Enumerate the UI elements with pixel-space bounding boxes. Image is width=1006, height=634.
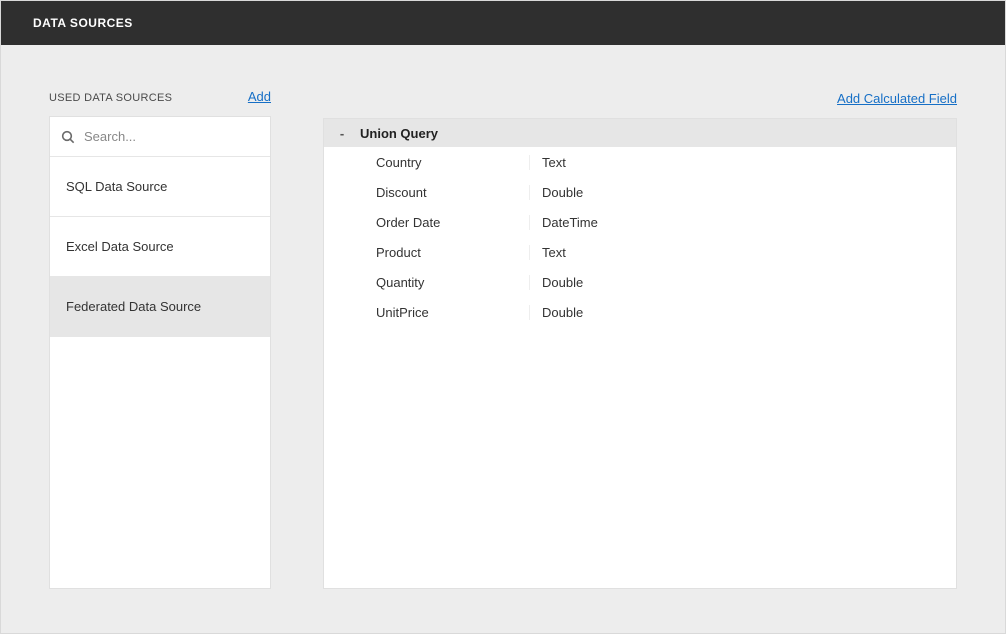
field-type: Double	[529, 185, 738, 200]
field-row[interactable]: ProductText	[324, 237, 956, 267]
search-row	[50, 117, 270, 157]
field-type: Double	[529, 275, 738, 290]
search-input[interactable]	[84, 129, 260, 144]
sidebar: USED DATA SOURCES Add SQL Data Source Exc…	[49, 89, 271, 589]
group-header[interactable]: - Union Query	[324, 119, 956, 147]
field-name: UnitPrice	[324, 305, 529, 320]
content-area: USED DATA SOURCES Add SQL Data Source Exc…	[1, 45, 1005, 633]
sidebar-header: USED DATA SOURCES Add	[49, 89, 271, 104]
field-name: Discount	[324, 185, 529, 200]
page-title: DATA SOURCES	[33, 16, 133, 30]
main-header: Add Calculated Field	[323, 89, 957, 106]
data-source-list: SQL Data Source Excel Data Source Federate…	[49, 116, 271, 589]
data-source-item[interactable]: SQL Data Source	[50, 157, 270, 217]
topbar: DATA SOURCES	[1, 1, 1005, 45]
field-type: Double	[529, 305, 738, 320]
field-row[interactable]: QuantityDouble	[324, 267, 956, 297]
field-row[interactable]: Order DateDateTime	[324, 207, 956, 237]
field-panel: - Union Query CountryTextDiscountDoubleO…	[323, 118, 957, 589]
field-type: DateTime	[529, 215, 738, 230]
add-calculated-field-link[interactable]: Add Calculated Field	[837, 91, 957, 106]
field-name: Country	[324, 155, 529, 170]
field-row[interactable]: UnitPriceDouble	[324, 297, 956, 327]
field-name: Quantity	[324, 275, 529, 290]
field-name: Product	[324, 245, 529, 260]
data-source-label: SQL Data Source	[66, 179, 167, 194]
add-data-source-link[interactable]: Add	[248, 89, 271, 104]
data-source-label: Excel Data Source	[66, 239, 174, 254]
data-source-label: Federated Data Source	[66, 299, 201, 314]
search-icon	[60, 129, 76, 145]
main-panel: Add Calculated Field - Union Query Count…	[323, 89, 957, 589]
field-type: Text	[529, 155, 738, 170]
group-name: Union Query	[360, 126, 438, 141]
data-source-item[interactable]: Excel Data Source	[50, 217, 270, 277]
field-name: Order Date	[324, 215, 529, 230]
field-type: Text	[529, 245, 738, 260]
field-row[interactable]: DiscountDouble	[324, 177, 956, 207]
sidebar-title: USED DATA SOURCES	[49, 92, 172, 104]
collapse-icon[interactable]: -	[324, 126, 360, 141]
data-source-item[interactable]: Federated Data Source	[50, 277, 270, 337]
field-row[interactable]: CountryText	[324, 147, 956, 177]
